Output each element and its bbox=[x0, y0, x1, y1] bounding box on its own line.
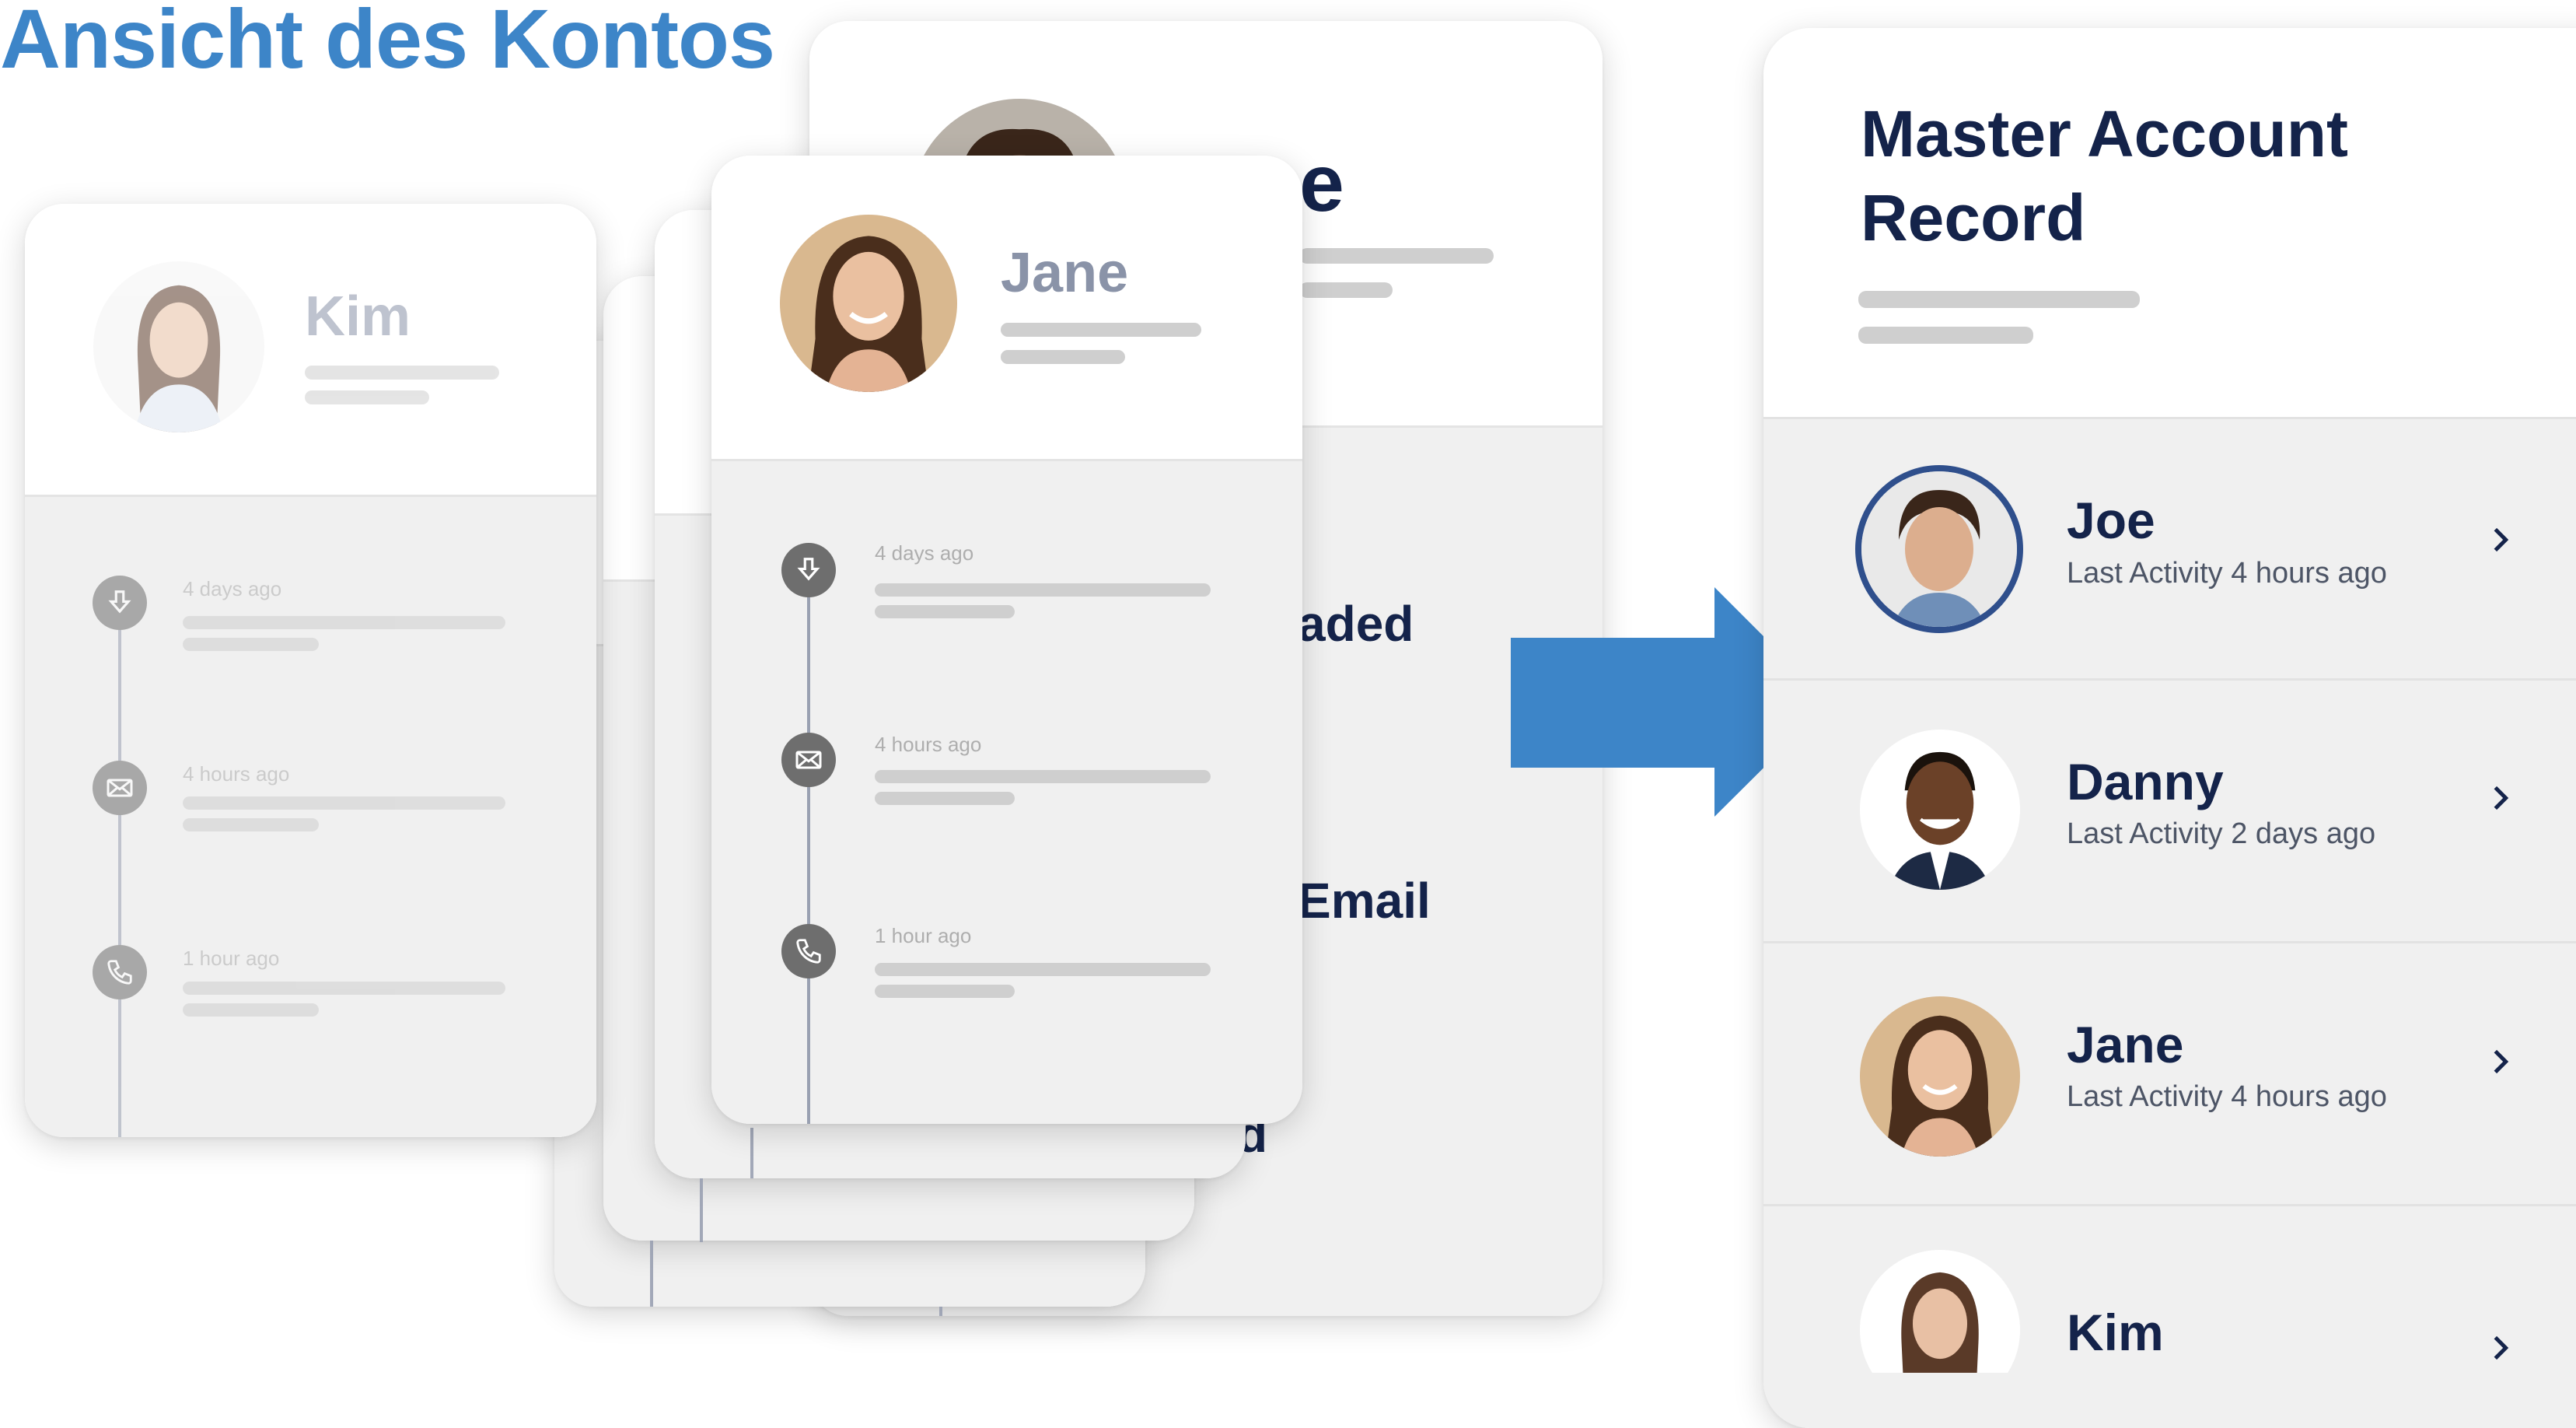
joe-avatar bbox=[1855, 465, 2023, 633]
timeline-time: 4 days ago bbox=[183, 577, 282, 600]
jane-avatar bbox=[780, 215, 957, 392]
joe-activity-fragment: aded bbox=[1298, 596, 1414, 652]
headline: Ansicht des Kontos bbox=[0, 0, 775, 86]
account-name: Joe bbox=[2067, 492, 2155, 549]
account-row-kim[interactable]: Kim bbox=[1763, 1204, 2576, 1373]
envelope-icon bbox=[781, 733, 836, 787]
account-row-jane[interactable]: Jane Last Activity 4 hours ago bbox=[1763, 941, 2576, 1206]
danny-avatar bbox=[1860, 730, 2020, 890]
joe-name-fragment: e bbox=[1299, 138, 1344, 229]
timeline-time: 1 hour ago bbox=[875, 924, 972, 947]
phone-icon bbox=[781, 924, 836, 978]
timeline-time: 1 hour ago bbox=[183, 947, 280, 970]
jane-avatar bbox=[1860, 996, 2020, 1157]
envelope-icon bbox=[93, 761, 147, 815]
chevron-right-icon[interactable] bbox=[2485, 1046, 2516, 1077]
kim-profile-card[interactable]: Kim 4 days ago 4 hours ago 1 hour ago bbox=[25, 204, 596, 1137]
download-icon bbox=[93, 576, 147, 630]
phone-icon bbox=[93, 945, 147, 999]
download-icon bbox=[781, 543, 836, 597]
timeline-time: 4 days ago bbox=[875, 541, 974, 565]
chevron-right-icon[interactable] bbox=[2485, 524, 2516, 555]
chevron-right-icon[interactable] bbox=[2485, 782, 2516, 814]
jane-profile-card[interactable]: Jane 4 days ago 4 hours ago 1 hour ago bbox=[711, 156, 1302, 1124]
last-activity: Last Activity 2 days ago bbox=[2067, 817, 2376, 850]
last-activity: Last Activity 4 hours ago bbox=[2067, 557, 2387, 590]
account-name: Kim bbox=[2067, 1304, 2164, 1361]
timeline-time: 4 hours ago bbox=[183, 762, 290, 786]
account-name: Jane bbox=[2067, 1016, 2184, 1073]
page-title: Master Account Record bbox=[1861, 97, 2349, 254]
account-name: Danny bbox=[2067, 753, 2224, 810]
account-row-danny[interactable]: Danny Last Activity 2 days ago bbox=[1763, 678, 2576, 943]
kim-name: Kim bbox=[305, 285, 411, 348]
kim-avatar bbox=[1860, 1250, 2020, 1373]
joe-activity-fragment: Email bbox=[1298, 873, 1431, 929]
jane-name: Jane bbox=[1001, 242, 1129, 304]
account-row-joe[interactable]: Joe Last Activity 4 hours ago bbox=[1763, 417, 2576, 678]
chevron-right-icon[interactable] bbox=[2485, 1332, 2516, 1363]
last-activity: Last Activity 4 hours ago bbox=[2067, 1080, 2387, 1113]
kim-avatar bbox=[93, 261, 264, 432]
timeline-time: 4 hours ago bbox=[875, 733, 982, 756]
